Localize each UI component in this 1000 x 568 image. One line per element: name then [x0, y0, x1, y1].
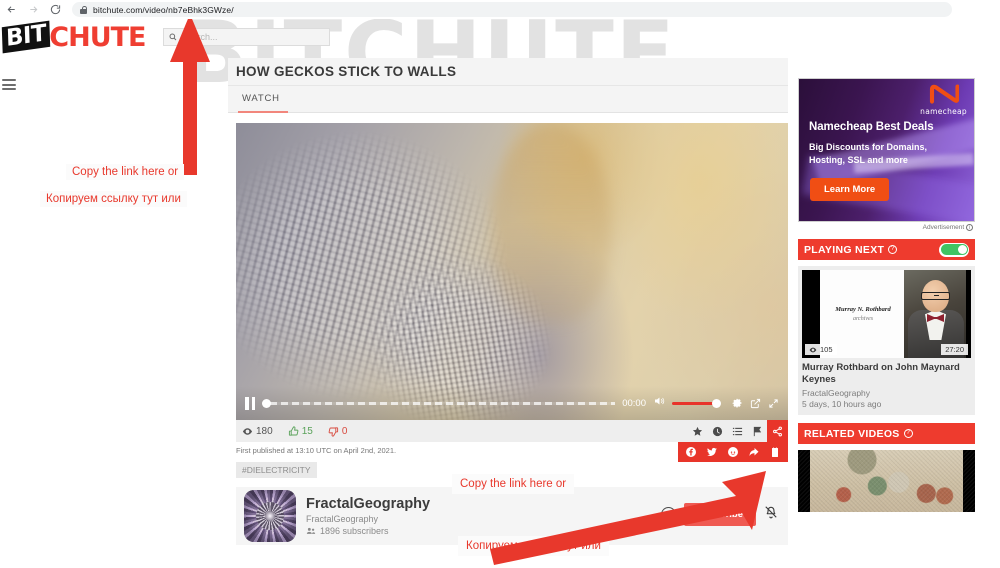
avatar[interactable]: [244, 490, 296, 542]
next-video-channel[interactable]: FractalGeography: [802, 388, 971, 398]
reload-icon[interactable]: [44, 0, 66, 19]
progress-knob[interactable]: [262, 398, 271, 408]
lock-icon: [80, 5, 88, 14]
tab-watch[interactable]: WATCH: [238, 86, 288, 113]
fullscreen-icon[interactable]: [768, 398, 779, 409]
share-button[interactable]: [767, 420, 788, 442]
related-videos-title: RELATED VIDEOS: [804, 427, 900, 440]
watch-later-clock-icon[interactable]: [707, 420, 727, 442]
playing-next-header: PLAYING NEXT ?: [798, 239, 975, 260]
next-view-count-value: 105: [820, 345, 833, 354]
related-videos-info-icon[interactable]: ?: [903, 429, 913, 438]
logo-bit-text: BIT: [1, 20, 51, 54]
eye-icon: [809, 347, 817, 352]
logo-chute-text: CHUTE: [49, 21, 146, 53]
namecheap-wordmark: namecheap: [920, 107, 967, 116]
namecheap-logo: namecheap: [920, 84, 967, 116]
like-count[interactable]: 15: [288, 426, 313, 437]
progress-track: [270, 401, 616, 405]
back-arrow-icon[interactable]: [0, 0, 22, 19]
address-bar[interactable]: bitchute.com/video/nb7eBhk3GWze/: [72, 2, 952, 17]
thumbs-up-icon: [288, 426, 299, 436]
annotation-top-ru: Копируем ссылку тут или: [40, 191, 187, 207]
next-view-count: 105: [805, 344, 837, 355]
portrait-glasses: [921, 292, 950, 300]
autoplay-toggle-knob: [957, 245, 967, 254]
forward-arrow-icon: [22, 0, 44, 19]
avatar-fractal-core: [265, 511, 275, 521]
time-display: 00:00: [622, 397, 646, 409]
thumb-archives-text: archives: [852, 316, 874, 322]
address-bar-url: bitchute.com/video/nb7eBhk3GWze/: [93, 4, 234, 15]
like-count-value: 15: [301, 425, 313, 437]
next-duration: 27:20: [941, 344, 968, 355]
video-stats-row: 180 15 0: [236, 420, 788, 462]
channel-info: FractalGeography FractalGeography 1896 s…: [306, 496, 430, 536]
ad-headline: Namecheap Best Deals: [809, 121, 934, 133]
namecheap-mark-icon: [929, 84, 960, 104]
channel-handle: FractalGeography: [306, 514, 379, 524]
ad-subhead: Big Discounts for Domains, Hosting, SSL …: [809, 142, 928, 165]
popout-icon[interactable]: [750, 398, 761, 409]
subscriber-count: 1896 subscribers: [306, 526, 430, 536]
volume-knob[interactable]: [712, 398, 721, 408]
related-video-thumbnail[interactable]: [798, 450, 975, 512]
annotation-top-en: Copy the link here or: [66, 164, 185, 180]
hamburger-menu-icon[interactable]: [2, 79, 16, 93]
advertisement-label: Advertisement i: [798, 224, 975, 231]
ad-cta-button[interactable]: Learn More: [810, 178, 890, 201]
advertisement-banner[interactable]: namecheap Namecheap Best Deals Big Disco…: [798, 78, 975, 222]
player-controls: 00:00: [236, 386, 788, 420]
tab-bar: WATCH: [228, 86, 788, 113]
settings-gear-icon[interactable]: [731, 397, 743, 409]
annotation-arrow-top: [170, 19, 210, 175]
ad-info-icon[interactable]: i: [966, 224, 973, 231]
favorite-star-icon[interactable]: [687, 420, 707, 442]
dislike-count-value: 0: [341, 425, 348, 437]
people-icon: [306, 527, 316, 534]
subscriber-count-value: 1896 subscribers: [320, 526, 389, 536]
view-count-value: 180: [256, 425, 273, 437]
view-count: 180: [242, 426, 273, 437]
browser-chrome: bitchute.com/video/nb7eBhk3GWze/: [0, 0, 1000, 19]
report-flag-icon[interactable]: [747, 420, 767, 442]
related-videos-header: RELATED VIDEOS ?: [798, 423, 975, 444]
annotation-arrow-bottom: [490, 471, 766, 565]
channel-name[interactable]: FractalGeography: [306, 496, 430, 512]
right-sidebar: namecheap Namecheap Best Deals Big Disco…: [798, 78, 978, 512]
playlist-icon[interactable]: [727, 420, 747, 442]
bitchute-logo[interactable]: BIT CHUTE: [1, 20, 146, 54]
page-title: HOW GECKOS STICK TO WALLS: [236, 64, 457, 79]
thumb-name-text: Murray N. Rothbard: [835, 306, 891, 313]
dislike-count[interactable]: 0: [328, 425, 348, 437]
volume-track: [672, 401, 716, 405]
volume-slider[interactable]: [672, 397, 724, 409]
playing-next-card[interactable]: Murray N. Rothbard archives 105 27:20 Mu…: [798, 266, 975, 415]
eye-icon: [242, 427, 253, 435]
playing-next-info-icon[interactable]: ?: [888, 245, 898, 254]
volume-icon[interactable]: [653, 394, 665, 412]
hashtag-chip[interactable]: #DIELECTRICITY: [236, 462, 317, 478]
next-video-title[interactable]: Murray Rothbard on John Maynard Keynes: [802, 362, 971, 385]
playing-next-thumbnail[interactable]: Murray N. Rothbard archives 105 27:20: [802, 270, 971, 358]
page-body: BITCHUTE BIT CHUTE Search... HOW GECKOS …: [0, 19, 1000, 568]
next-video-age: 5 days, 10 hours ago: [802, 399, 882, 409]
autoplay-toggle[interactable]: [939, 242, 969, 257]
thumbs-down-icon: [328, 426, 338, 436]
pause-button[interactable]: [245, 396, 255, 410]
related-thumb-grain: [798, 450, 975, 512]
video-title-bar: HOW GECKOS STICK TO WALLS: [228, 58, 788, 86]
video-player[interactable]: 00:00: [236, 123, 788, 420]
progress-bar[interactable]: [262, 397, 616, 409]
video-action-icons: [687, 420, 788, 442]
playing-next-title: PLAYING NEXT: [804, 243, 885, 256]
